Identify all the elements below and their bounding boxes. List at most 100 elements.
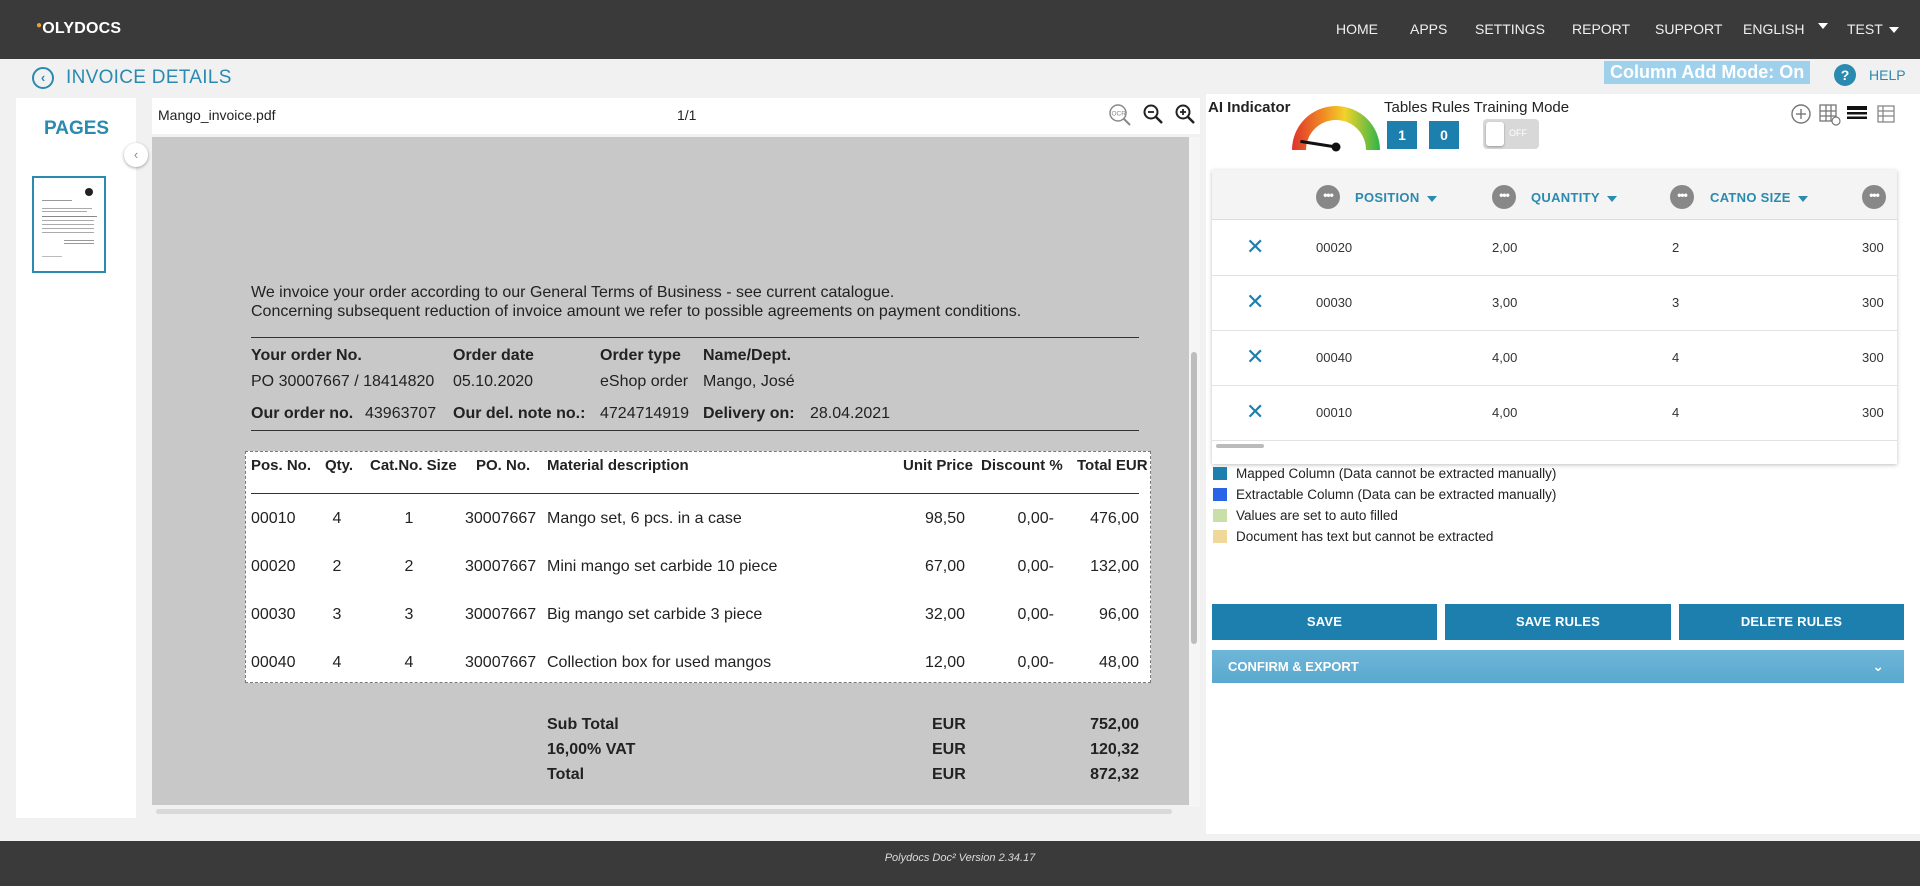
nav-report[interactable]: REPORT [1572, 21, 1630, 37]
chevron-down-icon [1797, 195, 1808, 202]
rules-count-button-2[interactable]: 0 [1429, 121, 1459, 149]
chevron-down-icon [1818, 23, 1829, 29]
page-title: INVOICE DETAILS [66, 67, 232, 88]
help-link[interactable]: HELP [1869, 67, 1906, 83]
help-icon[interactable]: ? [1834, 64, 1856, 86]
save-rules-button[interactable]: SAVE RULES [1445, 604, 1671, 640]
user-label: TEST [1847, 21, 1883, 37]
doc-table-header: Unit Price [903, 457, 974, 474]
grid-horizontal-scrollbar[interactable] [1216, 444, 1264, 448]
ai-indicator-gauge [1292, 106, 1380, 152]
zoom-in-icon[interactable] [1173, 102, 1199, 126]
grid-cell[interactable]: 00030 [1316, 295, 1352, 310]
grid-cell[interactable]: 300 [1862, 405, 1884, 420]
delete-row-icon[interactable]: ✕ [1246, 291, 1264, 313]
doc-table-cell: 96,00 [1098, 606, 1139, 623]
doc-table-cell: 67,00 [924, 558, 965, 575]
top-navbar: ●OLYDOCS HOME APPS SETTINGS REPORT SUPPO… [0, 0, 1920, 59]
table-row[interactable]: ✕ 00010 4,00 4 300 [1212, 386, 1897, 441]
doc-intro-line-2: Concerning subsequent reduction of invoi… [251, 303, 1022, 320]
app-logo[interactable]: ●OLYDOCS [36, 20, 121, 38]
toggle-knob [1486, 122, 1504, 146]
delete-rules-button[interactable]: DELETE RULES [1679, 604, 1904, 640]
doc-table-cell: 32,00 [924, 606, 965, 623]
add-circle-icon[interactable] [1789, 102, 1813, 126]
column-header-position[interactable]: POSITION [1355, 190, 1437, 205]
rules-count-button-1[interactable]: 1 [1387, 121, 1417, 149]
grid-cell[interactable]: 4 [1672, 350, 1679, 365]
doc-order-value: 05.10.2020 [453, 373, 534, 390]
grid-cell[interactable]: 300 [1862, 240, 1884, 255]
doc-table-cell: Mini mango set carbide 10 piece [547, 558, 778, 575]
doc-table-cell: 48,00 [1098, 654, 1139, 671]
doc-table-cell: 98,50 [924, 510, 965, 527]
viewer-horizontal-scrollbar[interactable] [156, 809, 1172, 814]
grid-cell[interactable]: 00010 [1316, 405, 1352, 420]
doc-order-header: Your order No. [251, 347, 362, 364]
grid-cell[interactable]: 4 [1672, 405, 1679, 420]
doc-intro-line-1: We invoice your order according to our G… [251, 284, 895, 301]
column-menu-icon[interactable]: ••• [1316, 185, 1340, 209]
doc-table-cell: 2 [404, 558, 414, 575]
legend-swatch [1213, 509, 1227, 522]
doc-table-header: PO. No. [476, 457, 531, 474]
doc-del-note-value: 4724714919 [600, 405, 689, 422]
table-row[interactable]: ✕ 00020 2,00 2 300 [1212, 221, 1897, 276]
doc-table-cell: 12,00 [924, 654, 965, 671]
user-dropdown[interactable]: TEST [1847, 21, 1899, 37]
training-mode-toggle[interactable]: OFF [1483, 119, 1539, 149]
viewer-vertical-scroll-thumb[interactable] [1191, 352, 1197, 644]
table-row[interactable]: ✕ 00040 4,00 4 300 [1212, 331, 1897, 386]
doc-total-currency: EUR [932, 716, 966, 733]
page-thumbnail[interactable] [32, 176, 106, 273]
nav-settings[interactable]: SETTINGS [1475, 21, 1545, 37]
grid-cell[interactable]: 2,00 [1492, 240, 1517, 255]
grid-cell[interactable]: 4,00 [1492, 405, 1517, 420]
grid-cell[interactable]: 4,00 [1492, 350, 1517, 365]
doc-total-label: 16,00% VAT [547, 741, 636, 758]
column-header-catno-size[interactable]: CATNO SIZE [1710, 190, 1808, 205]
delete-row-icon[interactable]: ✕ [1246, 346, 1264, 368]
back-arrow-icon[interactable]: ‹ [32, 67, 54, 89]
doc-divider [251, 430, 1139, 431]
legend-item: Extractable Column (Data can be extracte… [1213, 487, 1556, 502]
nav-home[interactable]: HOME [1336, 21, 1378, 37]
grid-cell[interactable]: 300 [1862, 295, 1884, 310]
language-dropdown[interactable]: ENGLISH [1743, 21, 1829, 37]
grid-cell[interactable]: 3 [1672, 295, 1679, 310]
doc-our-order-label: Our order no. [251, 405, 354, 422]
doc-table-cell: 0,00- [1017, 654, 1054, 671]
confirm-export-accordion[interactable]: CONFIRM & EXPORT ⌄ [1212, 650, 1904, 683]
grid-cell[interactable]: 00020 [1316, 240, 1352, 255]
grid-cell[interactable]: 300 [1862, 350, 1884, 365]
column-menu-icon[interactable]: ••• [1862, 185, 1886, 209]
zoom-out-icon[interactable] [1141, 102, 1167, 126]
doc-table-cell: Collection box for used mangos [547, 654, 772, 671]
doc-table-cell: 00020 [251, 558, 296, 575]
delete-row-icon[interactable]: ✕ [1246, 401, 1264, 423]
doc-table-cell: 0,00- [1017, 510, 1054, 527]
legend-item: Mapped Column (Data cannot be extracted … [1213, 466, 1556, 481]
column-header-quantity[interactable]: QUANTITY [1531, 190, 1617, 205]
add-table-icon[interactable] [1817, 102, 1841, 126]
grid-cell[interactable]: 3,00 [1492, 295, 1517, 310]
nav-apps[interactable]: APPS [1410, 21, 1447, 37]
save-button[interactable]: SAVE [1212, 604, 1437, 640]
legend-swatch [1213, 530, 1227, 543]
nav-support[interactable]: SUPPORT [1655, 21, 1722, 37]
doc-table-cell: 476,00 [1090, 510, 1139, 527]
table-settings-icon[interactable] [1875, 102, 1899, 126]
collapse-panel-button[interactable]: ‹ [124, 143, 148, 167]
table-layout-icon[interactable] [1845, 102, 1869, 126]
file-name: Mango_invoice.pdf [158, 107, 276, 123]
doc-table-cell: 3 [404, 606, 414, 623]
column-menu-icon[interactable]: ••• [1492, 185, 1516, 209]
column-menu-icon[interactable]: ••• [1670, 185, 1694, 209]
chevron-down-icon [1888, 27, 1899, 34]
grid-cell[interactable]: 00040 [1316, 350, 1352, 365]
ocr-icon[interactable]: OCR [1107, 102, 1133, 126]
doc-table-cell: 4 [332, 654, 342, 671]
table-row[interactable]: ✕ 00030 3,00 3 300 [1212, 276, 1897, 331]
grid-cell[interactable]: 2 [1672, 240, 1679, 255]
delete-row-icon[interactable]: ✕ [1246, 236, 1264, 258]
